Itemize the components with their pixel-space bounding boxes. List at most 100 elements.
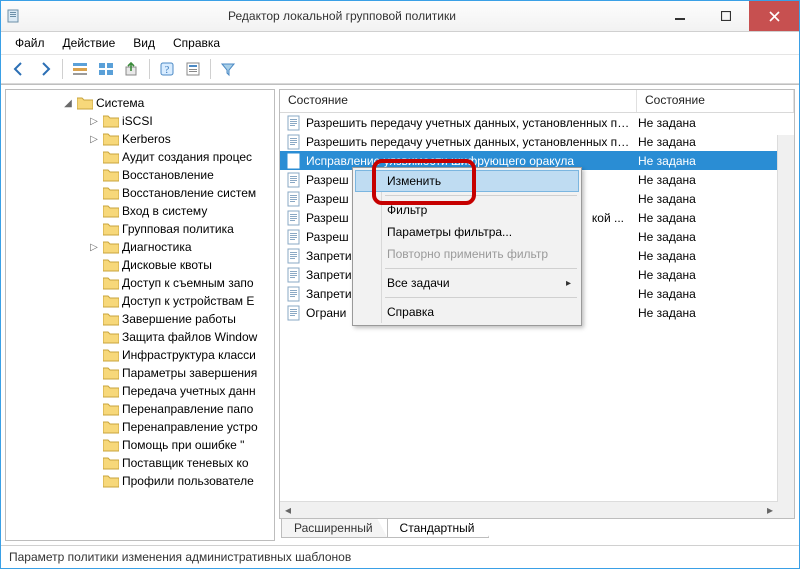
folder-icon <box>103 258 119 272</box>
policy-icon <box>286 229 302 245</box>
folder-icon <box>103 168 119 182</box>
policy-name-suffix: кой ... <box>592 211 630 225</box>
back-button[interactable] <box>7 57 31 81</box>
context-filter-params-label: Параметры фильтра... <box>387 225 512 239</box>
context-all-tasks[interactable]: Все задачи <box>355 272 579 294</box>
tree-label: Вход в систему <box>122 204 207 218</box>
tree-label: Завершение работы <box>122 312 236 326</box>
tree-label: Профили пользователе <box>122 474 254 488</box>
scroll-corner <box>778 502 794 518</box>
window-title: Редактор локальной групповой политики <box>27 9 657 23</box>
tree-node[interactable]: Помощь при ошибке " <box>6 436 274 454</box>
forward-button[interactable] <box>33 57 57 81</box>
help-icon[interactable]: ? <box>155 57 179 81</box>
context-help[interactable]: Справка <box>355 301 579 323</box>
expand-icon[interactable]: ▷ <box>88 134 100 145</box>
column-state[interactable]: Состояние <box>637 90 794 112</box>
tree-label: Перенаправление устро <box>122 420 258 434</box>
tree-node-system[interactable]: ◢ Система <box>6 94 274 112</box>
expand-icon[interactable]: ▷ <box>88 116 100 127</box>
context-separator <box>385 195 577 196</box>
policy-icon <box>286 267 302 283</box>
svg-text:?: ? <box>165 65 170 76</box>
tree-label: Восстановление систем <box>122 186 256 200</box>
tab-standard[interactable]: Стандартный <box>387 519 490 538</box>
context-filter-params[interactable]: Параметры фильтра... <box>355 221 579 243</box>
tree-node[interactable]: Доступ к устройствам E <box>6 292 274 310</box>
folder-icon <box>103 276 119 290</box>
policy-state: Не задана <box>630 287 778 301</box>
tree-node[interactable]: Инфраструктура класси <box>6 346 274 364</box>
policy-icon <box>286 248 302 264</box>
menu-file[interactable]: Файл <box>7 34 53 52</box>
policy-row[interactable]: Разрешить передачу учетных данных, устан… <box>280 113 778 132</box>
details-view-icon[interactable] <box>68 57 92 81</box>
list-view-icon[interactable] <box>94 57 118 81</box>
context-filter[interactable]: Фильтр <box>355 199 579 221</box>
folder-icon <box>103 240 119 254</box>
scroll-track[interactable] <box>296 502 762 518</box>
context-filter-label: Фильтр <box>387 203 427 217</box>
maximize-button[interactable] <box>703 1 749 31</box>
tree-node[interactable]: Параметры завершения <box>6 364 274 382</box>
policy-name: Разрешить передачу учетных данных, устан… <box>306 116 630 130</box>
tab-extended[interactable]: Расширенный <box>281 519 388 538</box>
vertical-scrollbar[interactable] <box>777 135 794 502</box>
tree-label: Доступ к устройствам E <box>122 294 254 308</box>
properties-icon[interactable] <box>181 57 205 81</box>
folder-icon <box>103 366 119 380</box>
policy-state: Не задана <box>630 306 778 320</box>
scroll-left-icon[interactable]: ◂ <box>280 502 296 518</box>
close-button[interactable] <box>749 1 799 31</box>
collapse-icon[interactable]: ◢ <box>62 98 74 109</box>
tree-node[interactable]: Восстановление систем <box>6 184 274 202</box>
folder-icon <box>103 186 119 200</box>
tree-node[interactable]: ▷ Kerberos <box>6 130 274 148</box>
menu-action[interactable]: Действие <box>55 34 124 52</box>
tree-label: Групповая политика <box>122 222 234 236</box>
filter-icon[interactable] <box>216 57 240 81</box>
tree-node[interactable]: Поставщик теневых ко <box>6 454 274 472</box>
list-body: Разрешить передачу учетных данных, устан… <box>280 113 794 518</box>
tree-node[interactable]: Восстановление <box>6 166 274 184</box>
minimize-button[interactable] <box>657 1 703 31</box>
expand-icon[interactable]: ▷ <box>88 242 100 253</box>
context-edit[interactable]: Изменить <box>355 170 579 192</box>
horizontal-scrollbar[interactable]: ◂ ▸ <box>280 501 778 518</box>
gpedit-window: Редактор локальной групповой политики Фа… <box>0 0 800 569</box>
context-all-tasks-label: Все задачи <box>387 276 450 290</box>
tree-node[interactable]: Перенаправление папо <box>6 400 274 418</box>
tree-label: Передача учетных данн <box>122 384 256 398</box>
tree-node[interactable]: Вход в систему <box>6 202 274 220</box>
tree-node[interactable]: Доступ к съемным запо <box>6 274 274 292</box>
export-icon[interactable] <box>120 57 144 81</box>
tree-node[interactable]: Групповая политика <box>6 220 274 238</box>
folder-icon <box>103 330 119 344</box>
tree-label: Kerberos <box>122 132 171 146</box>
column-name[interactable]: Состояние <box>280 90 637 112</box>
tree-node[interactable]: ▷Диагностика <box>6 238 274 256</box>
tree-node[interactable]: ▷ iSCSI <box>6 112 274 130</box>
tree-label: Восстановление <box>122 168 214 182</box>
policy-state: Не задана <box>630 211 778 225</box>
tree-pane: ◢ Система ▷ iSCSI ▷ Kerberos Аудит создания … <box>5 89 275 541</box>
tree-node[interactable]: Защита файлов Window <box>6 328 274 346</box>
tree-node[interactable]: Передача учетных данн <box>6 382 274 400</box>
tree-node[interactable]: Перенаправление устро <box>6 418 274 436</box>
tree-label: Помощь при ошибке " <box>122 438 244 452</box>
tree-label: Защита файлов Window <box>122 330 257 344</box>
context-reapply-filter: Повторно применить фильтр <box>355 243 579 265</box>
tree-node[interactable]: Завершение работы <box>6 310 274 328</box>
tree-node[interactable]: Профили пользователе <box>6 472 274 490</box>
scroll-right-icon[interactable]: ▸ <box>762 502 778 518</box>
tree-label: iSCSI <box>122 114 153 128</box>
policy-row[interactable]: Разрешить передачу учетных данных, устан… <box>280 132 778 151</box>
policy-state: Не задана <box>630 173 778 187</box>
tree-label: Перенаправление папо <box>122 402 253 416</box>
tree-node[interactable]: Аудит создания процес <box>6 148 274 166</box>
tree: ◢ Система ▷ iSCSI ▷ Kerberos Аудит создания … <box>6 90 274 494</box>
policy-icon <box>286 115 302 131</box>
menu-view[interactable]: Вид <box>125 34 163 52</box>
tree-node[interactable]: Дисковые квоты <box>6 256 274 274</box>
menu-help[interactable]: Справка <box>165 34 228 52</box>
